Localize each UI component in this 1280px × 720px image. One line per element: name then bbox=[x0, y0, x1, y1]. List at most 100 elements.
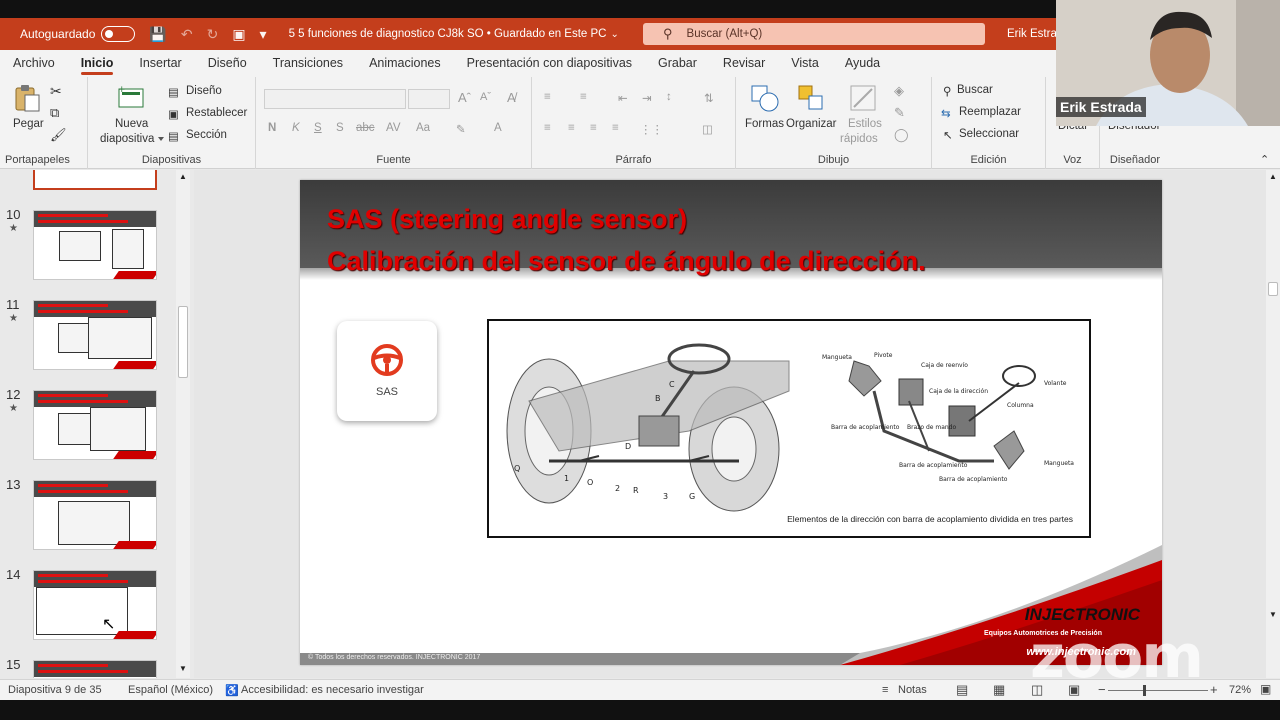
canvas-scrollbar[interactable]: ▲ ▼ bbox=[1266, 170, 1280, 678]
sas-card[interactable]: SAS bbox=[337, 321, 437, 421]
replace-button[interactable]: Reemplazar bbox=[959, 106, 1021, 118]
tab-grabar[interactable]: Grabar bbox=[645, 50, 710, 77]
collapse-ribbon-icon[interactable]: ⌃ bbox=[1260, 153, 1269, 166]
slide-sorter-icon[interactable]: ▦ bbox=[993, 682, 1005, 698]
slide-thumbnail-13[interactable] bbox=[33, 480, 157, 550]
smartart-icon[interactable]: ◫ bbox=[702, 122, 713, 136]
italic-icon[interactable]: K bbox=[292, 122, 300, 134]
grow-font-icon[interactable]: Aˆ bbox=[458, 90, 471, 105]
tab-inicio[interactable]: Inicio bbox=[68, 50, 127, 77]
layout-button[interactable]: Diseño bbox=[186, 85, 222, 97]
search-box[interactable]: ⚲ Buscar (Alt+Q) bbox=[643, 23, 985, 45]
font-color-icon[interactable]: A bbox=[494, 122, 502, 134]
fit-to-window-icon[interactable]: ▣ bbox=[1260, 682, 1271, 696]
autosave-toggle[interactable] bbox=[101, 26, 136, 42]
spacing-icon[interactable]: AV bbox=[386, 122, 401, 134]
find-button[interactable]: Buscar bbox=[957, 84, 993, 96]
quick-styles-label-2[interactable]: rápidos bbox=[840, 133, 878, 145]
tab-ayuda[interactable]: Ayuda bbox=[832, 50, 893, 77]
highlight-icon[interactable]: ✎ bbox=[456, 122, 466, 136]
current-slide[interactable]: SAS (steering angle sensor) Calibración … bbox=[300, 180, 1162, 665]
find-icon[interactable]: ⚲ bbox=[943, 84, 951, 98]
strikethrough-icon[interactable]: abc bbox=[356, 122, 375, 134]
decrease-indent-icon[interactable]: ⇤ bbox=[618, 91, 628, 105]
slide-title-line-1[interactable]: SAS (steering angle sensor) bbox=[327, 204, 687, 235]
slide-thumbnail-12[interactable] bbox=[33, 390, 157, 460]
shadow-icon[interactable]: S bbox=[336, 122, 344, 134]
line-spacing-icon[interactable]: ↕ bbox=[666, 91, 672, 103]
shape-outline-icon[interactable]: ✎ bbox=[894, 105, 905, 121]
new-slide-label-2[interactable]: diapositiva bbox=[100, 133, 154, 145]
arrange-icon[interactable] bbox=[796, 83, 826, 113]
zoom-level[interactable]: 72% bbox=[1229, 684, 1251, 696]
scroll-up-icon[interactable]: ▲ bbox=[1269, 172, 1277, 181]
shape-effects-icon[interactable]: ◯ bbox=[894, 127, 909, 143]
notes-button[interactable]: Notas bbox=[898, 684, 927, 696]
accessibility-icon[interactable]: ♿ bbox=[225, 684, 239, 697]
increase-indent-icon[interactable]: ⇥ bbox=[642, 91, 652, 105]
quick-styles-label-1[interactable]: Estilos bbox=[848, 118, 882, 130]
slide-title-line-2[interactable]: Calibración del sensor de ángulo de dire… bbox=[327, 246, 926, 277]
document-title[interactable]: 5 5 funciones de diagnostico CJ8k SO • G… bbox=[289, 28, 607, 40]
thumbnails-scrollbar[interactable]: ▲ ▼ bbox=[176, 170, 190, 678]
replace-icon[interactable]: ⇆ bbox=[941, 106, 951, 120]
justify-icon[interactable]: ≡ bbox=[612, 122, 619, 134]
bullets-icon[interactable]: ≡ bbox=[544, 91, 551, 103]
new-slide-icon[interactable]: + bbox=[116, 83, 146, 113]
align-left-icon[interactable]: ≡ bbox=[544, 122, 551, 134]
tab-revisar[interactable]: Revisar bbox=[710, 50, 778, 77]
tab-animaciones[interactable]: Animaciones bbox=[356, 50, 454, 77]
present-icon[interactable]: ▣ bbox=[232, 26, 245, 43]
accessibility-status[interactable]: Accesibilidad: es necesario investigar bbox=[241, 684, 424, 696]
slide-thumbnail-9[interactable] bbox=[33, 170, 157, 190]
scroll-thumb[interactable] bbox=[1268, 282, 1278, 296]
tab-insertar[interactable]: Insertar bbox=[126, 50, 194, 77]
layout-icon[interactable]: ▤ bbox=[168, 85, 179, 99]
font-size-select[interactable] bbox=[408, 89, 450, 109]
underline-icon[interactable]: S bbox=[314, 122, 322, 134]
shrink-font-icon[interactable]: Aˇ bbox=[480, 91, 491, 103]
bold-icon[interactable]: N bbox=[268, 122, 276, 134]
customize-toolbar-icon[interactable]: ▾ bbox=[260, 26, 267, 43]
align-center-icon[interactable]: ≡ bbox=[568, 122, 575, 134]
normal-view-icon[interactable]: ▤ bbox=[956, 682, 968, 698]
save-icon[interactable]: 💾 bbox=[149, 26, 166, 43]
paste-button[interactable]: Pegar bbox=[13, 118, 44, 130]
columns-icon[interactable]: ⋮⋮ bbox=[640, 122, 663, 136]
numbering-icon[interactable]: ≡ bbox=[580, 91, 587, 103]
shapes-button[interactable]: Formas bbox=[745, 118, 784, 130]
clear-format-icon[interactable]: A̸ bbox=[507, 90, 516, 105]
cut-icon[interactable]: ✂ bbox=[50, 83, 62, 100]
tab-transiciones[interactable]: Transiciones bbox=[260, 50, 356, 77]
copy-icon[interactable]: ⧉ bbox=[50, 105, 59, 121]
new-slide-label-1[interactable]: Nueva bbox=[115, 118, 148, 130]
paste-icon[interactable] bbox=[12, 83, 42, 113]
scroll-up-icon[interactable]: ▲ bbox=[179, 172, 187, 181]
slide-thumbnail-10[interactable] bbox=[33, 210, 157, 280]
change-case-icon[interactable]: Aa bbox=[416, 122, 430, 134]
tab-archivo[interactable]: Archivo bbox=[0, 50, 68, 77]
quick-styles-icon[interactable] bbox=[848, 83, 878, 113]
text-direction-icon[interactable]: ⇅ bbox=[704, 91, 714, 105]
arrange-button[interactable]: Organizar bbox=[786, 118, 837, 130]
undo-icon[interactable]: ↶ bbox=[181, 26, 193, 43]
slide-thumbnail-15[interactable] bbox=[33, 660, 157, 678]
tab-diseno[interactable]: Diseño bbox=[195, 50, 260, 77]
language-indicator[interactable]: Español (México) bbox=[128, 684, 213, 696]
format-painter-icon[interactable]: 🖌 bbox=[50, 127, 67, 143]
user-name[interactable]: Erik Estrac bbox=[1007, 28, 1063, 40]
tab-vista[interactable]: Vista bbox=[778, 50, 832, 77]
shapes-icon[interactable] bbox=[750, 83, 780, 113]
slide-thumbnail-14[interactable] bbox=[33, 570, 157, 640]
scroll-thumb[interactable] bbox=[178, 306, 188, 378]
scroll-down-icon[interactable]: ▼ bbox=[179, 664, 187, 673]
reset-icon[interactable]: ▣ bbox=[168, 107, 179, 121]
align-right-icon[interactable]: ≡ bbox=[590, 122, 597, 134]
section-button[interactable]: Sección bbox=[186, 129, 227, 141]
zoom-in-icon[interactable]: + bbox=[1210, 682, 1218, 697]
reset-button[interactable]: Restablecer bbox=[186, 107, 247, 119]
select-icon[interactable]: ↖ bbox=[943, 128, 953, 142]
shape-fill-icon[interactable]: ◈ bbox=[894, 83, 904, 99]
slide-thumbnail-11[interactable] bbox=[33, 300, 157, 370]
section-icon[interactable]: ▤ bbox=[168, 129, 179, 143]
